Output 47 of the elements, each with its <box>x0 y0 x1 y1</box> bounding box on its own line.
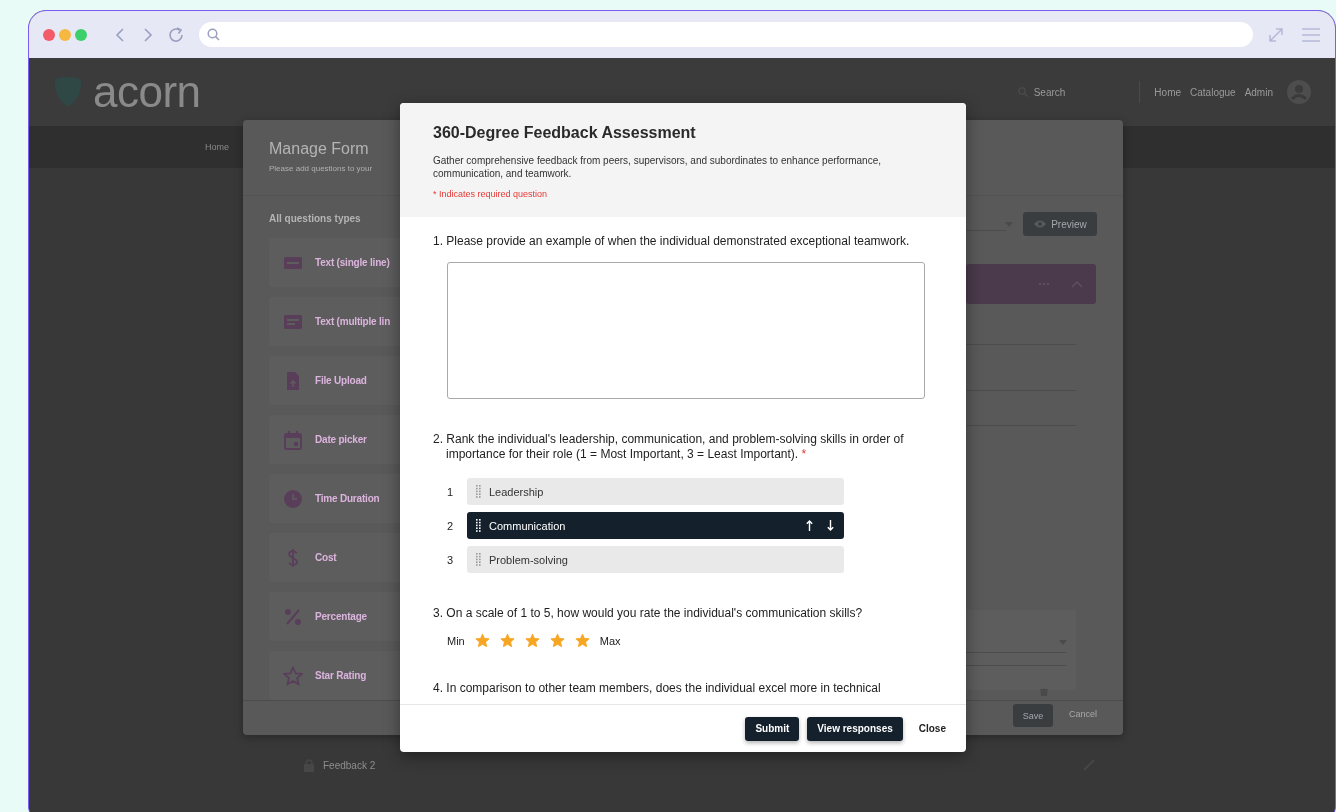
drag-handle-icon <box>476 553 481 566</box>
save-button[interactable]: Save <box>1013 704 1053 727</box>
form-button[interactable]: Submit <box>745 716 800 741</box>
required-note: * Indicates required question <box>433 189 549 199</box>
nav-link[interactable]: Home <box>1154 86 1182 98</box>
percent-icon <box>283 606 303 627</box>
address-bar[interactable] <box>199 22 1253 47</box>
preview-button[interactable]: Preview <box>1023 212 1097 236</box>
rank-item[interactable]: Leadership <box>467 478 844 505</box>
nav-link[interactable]: Catalogue <box>1190 86 1236 98</box>
expand-icon[interactable] <box>1267 25 1285 44</box>
star-outline-icon <box>283 665 303 686</box>
logo-text: acorn <box>93 70 201 114</box>
star-icon[interactable] <box>474 633 490 648</box>
arrow-up-icon[interactable] <box>806 520 813 531</box>
calendar-icon <box>283 429 303 450</box>
form-title: 360-Degree Feedback Assessment <box>433 124 697 142</box>
cancel-button[interactable]: Cancel <box>1069 709 1097 719</box>
nav-link[interactable]: Admin <box>1244 86 1273 98</box>
drag-handle-icon <box>476 485 481 498</box>
max-label: Max <box>599 634 621 647</box>
rank-item[interactable]: Communication <box>467 512 844 539</box>
form-description: Gather comprehensive feedback from peers, supervisors, and subordinates to enhance performance, communication, and teamwork. <box>433 154 883 180</box>
drag-handle-icon <box>476 519 481 532</box>
reload-icon[interactable] <box>167 25 185 44</box>
maximize-window-dot-icon[interactable] <box>75 28 87 41</box>
search-icon <box>207 28 220 41</box>
arrow-down-icon[interactable] <box>827 520 834 531</box>
clock-icon <box>283 488 303 509</box>
breadcrumb-link[interactable]: Home <box>205 142 229 152</box>
answer-box[interactable] <box>447 262 925 399</box>
search-field[interactable]: Search <box>1033 86 1066 98</box>
star-icon[interactable] <box>574 633 590 648</box>
form-button[interactable]: View responses <box>807 716 903 741</box>
close-window-dot-icon[interactable] <box>43 28 55 41</box>
star-icon[interactable] <box>549 633 565 648</box>
minimize-window-dot-icon[interactable] <box>59 28 71 41</box>
form-title: Feedback 2 <box>323 759 376 771</box>
menu-icon[interactable] <box>1301 26 1321 43</box>
eye-icon <box>1033 219 1048 229</box>
close-button[interactable]: Close <box>910 723 946 734</box>
panel-title: Manage Form <box>269 140 370 158</box>
rank-item[interactable]: Problem-solving <box>467 546 844 573</box>
rank-number: 1 <box>447 485 455 498</box>
rank-number: 3 <box>447 553 455 566</box>
star-icon[interactable] <box>524 633 540 648</box>
star-icon[interactable] <box>499 633 515 648</box>
